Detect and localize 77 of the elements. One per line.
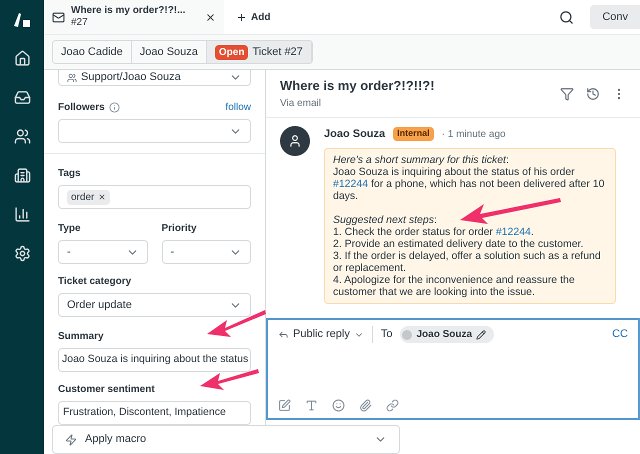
plus-icon <box>236 12 247 22</box>
type-dropdown[interactable]: - <box>58 240 148 264</box>
follow-link[interactable]: follow <box>225 100 251 115</box>
ticket-title: Where is my order?!?!!?! <box>280 77 435 96</box>
remove-icon <box>98 193 106 201</box>
internal-badge: Internal <box>393 127 434 141</box>
priority-dropdown[interactable]: - <box>162 240 251 264</box>
breadcrumb-item[interactable]: Open Ticket #27 <box>206 41 312 63</box>
tab-number: #27 <box>71 17 89 30</box>
separator-dot: · <box>442 128 445 140</box>
compose-icon[interactable] <box>278 399 291 412</box>
settings-icon[interactable] <box>14 245 30 262</box>
field-label: Summary <box>58 330 105 344</box>
recipient-avatar <box>402 330 412 340</box>
add-button[interactable]: Add <box>224 0 282 34</box>
info-icon <box>108 102 120 113</box>
emoji-icon[interactable] <box>332 399 345 412</box>
field-label: Customer sentiment <box>58 383 156 397</box>
inbox-icon[interactable] <box>14 89 30 106</box>
status-badge: Open <box>214 44 248 60</box>
steps-heading: Suggested next steps: <box>333 214 438 226</box>
home-icon[interactable] <box>14 50 30 67</box>
apply-macro-dropdown[interactable]: Apply macro <box>52 425 400 454</box>
summary-field[interactable]: Joao Souza is inquiring about the status <box>58 348 251 372</box>
assignee-value: Support/Joao Souza <box>81 70 181 86</box>
reply-mode-button[interactable]: Public reply <box>278 326 373 343</box>
field-label: Followers <box>58 101 105 115</box>
step-text: 1. Check the order status for order #12244. <box>333 226 535 238</box>
logo-icon <box>13 12 31 28</box>
tags-field[interactable]: order <box>58 185 251 209</box>
lightning-icon <box>65 434 77 446</box>
tag-chip[interactable]: order <box>67 190 110 204</box>
message-time-text: 1 minute ago <box>448 128 506 140</box>
bar-chart-icon[interactable] <box>14 206 30 223</box>
field-label: Ticket category <box>58 275 132 289</box>
field-label: Priority <box>162 222 198 236</box>
to-label: To <box>380 327 392 342</box>
attach-icon[interactable] <box>359 399 372 412</box>
summary-heading: Here's a short summary for this ticket: <box>333 154 510 166</box>
reply-icon <box>278 329 289 340</box>
step-text: 3. If the order is delayed, offer a solution such as a refund or replacement. <box>333 250 602 274</box>
step-text: 4. Apologize for the inconvenience and reassure the customer that we are looking into the issue. <box>333 274 576 298</box>
breadcrumb-label: Ticket #27 <box>252 44 303 60</box>
tab-title: Where is my order?!?!... <box>71 4 186 17</box>
author-name: Joao Souza <box>324 126 386 142</box>
filter-icon[interactable] <box>560 86 574 100</box>
summary-text: Joao Souza is inquiring about the status of his order #12244 for a phone, which has not been delivered after 10 days. <box>333 166 606 202</box>
breadcrumb-label: Joao Souza <box>140 44 198 60</box>
ticket-category-dropdown[interactable]: Order update <box>58 293 251 317</box>
cc-link[interactable]: CC <box>612 326 628 343</box>
annotation-arrow <box>205 308 267 338</box>
recipient-chip[interactable]: Joao Souza <box>400 326 494 343</box>
pencil-icon <box>476 330 486 340</box>
mail-icon <box>52 10 65 24</box>
search-icon[interactable] <box>559 10 574 24</box>
field-label: Type <box>58 222 82 236</box>
assignee-dropdown[interactable]: Support/Joao Souza <box>58 70 251 86</box>
close-icon[interactable] <box>205 12 216 22</box>
ticket-channel: Via email <box>280 96 322 111</box>
text-format-icon[interactable] <box>305 399 318 412</box>
group-icon <box>67 72 77 82</box>
link-icon[interactable] <box>386 399 399 412</box>
sentiment-field[interactable]: Frustration, Discontent, Impatience <box>58 401 251 425</box>
ticket-tab[interactable]: Where is my order?!?!... #27 <box>44 0 224 34</box>
order-link[interactable]: #12244 <box>496 226 531 238</box>
conversations-button[interactable]: Conv <box>590 5 640 29</box>
annotation-arrow <box>198 367 260 391</box>
field-label: Tags <box>58 167 82 181</box>
breadcrumb-item[interactable]: Joao Cadide <box>53 41 132 63</box>
breadcrumb-label: Joao Cadide <box>61 44 123 60</box>
building-icon[interactable] <box>14 167 30 184</box>
step-text: 2. Provide an estimated delivery date to the customer. <box>333 238 584 250</box>
order-link[interactable]: #12244 <box>333 178 368 190</box>
users-icon[interactable] <box>14 128 30 145</box>
history-icon[interactable] <box>586 86 600 100</box>
person-icon <box>288 134 302 148</box>
reply-editor[interactable]: Public reply To Joao Souza CC <box>266 318 640 420</box>
